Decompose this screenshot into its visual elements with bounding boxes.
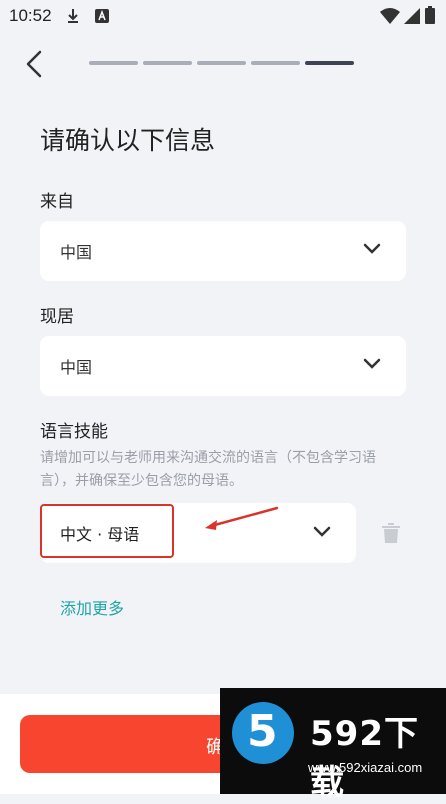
add-more-link[interactable]: 添加更多 bbox=[60, 595, 124, 619]
residence-value: 中国 bbox=[60, 358, 93, 377]
residence-label: 现居 bbox=[40, 307, 74, 327]
from-label: 来自 bbox=[40, 192, 74, 212]
status-time: 10:52 bbox=[9, 6, 52, 25]
progress-segment-current bbox=[305, 61, 354, 65]
annotation-arrow-icon bbox=[205, 506, 279, 530]
residence-select[interactable]: 中国 bbox=[40, 336, 406, 396]
progress-segment bbox=[197, 61, 246, 65]
chevron-down-icon bbox=[313, 526, 331, 537]
status-bar: 10:52 bbox=[0, 0, 446, 32]
language-label: 语言技能 bbox=[40, 422, 108, 442]
watermark-title: 592下载 bbox=[310, 714, 419, 803]
download-icon bbox=[66, 8, 80, 28]
progress-segment bbox=[251, 61, 300, 65]
delete-language-button[interactable] bbox=[382, 523, 400, 547]
wifi-icon bbox=[380, 8, 400, 28]
watermark-logo-digit: 5 bbox=[247, 706, 278, 757]
page-title: 请确认以下信息 bbox=[40, 126, 216, 155]
battery-icon bbox=[425, 6, 435, 28]
progress-segment bbox=[143, 61, 192, 65]
language-hint: 请增加可以与老师用来沟通交流的语言（不包含学习语言），并确保至少包含您的母语。 bbox=[40, 450, 376, 489]
progress-segment bbox=[89, 61, 138, 65]
signal-icon bbox=[404, 8, 420, 28]
from-select[interactable]: 中国 bbox=[40, 221, 406, 281]
from-value: 中国 bbox=[60, 243, 93, 262]
chevron-left-icon bbox=[26, 50, 42, 78]
top-nav bbox=[0, 40, 446, 90]
watermark-url: www.592xiazai.com bbox=[308, 760, 423, 775]
watermark: 5 592下载 www.592xiazai.com bbox=[220, 688, 446, 803]
step-progress bbox=[89, 61, 354, 65]
back-button[interactable] bbox=[20, 50, 50, 80]
trash-icon bbox=[382, 523, 400, 543]
annotation-highlight-box bbox=[40, 504, 174, 558]
chevron-down-icon bbox=[363, 243, 381, 254]
chevron-down-icon bbox=[363, 358, 381, 369]
notification-a-icon bbox=[95, 8, 109, 27]
